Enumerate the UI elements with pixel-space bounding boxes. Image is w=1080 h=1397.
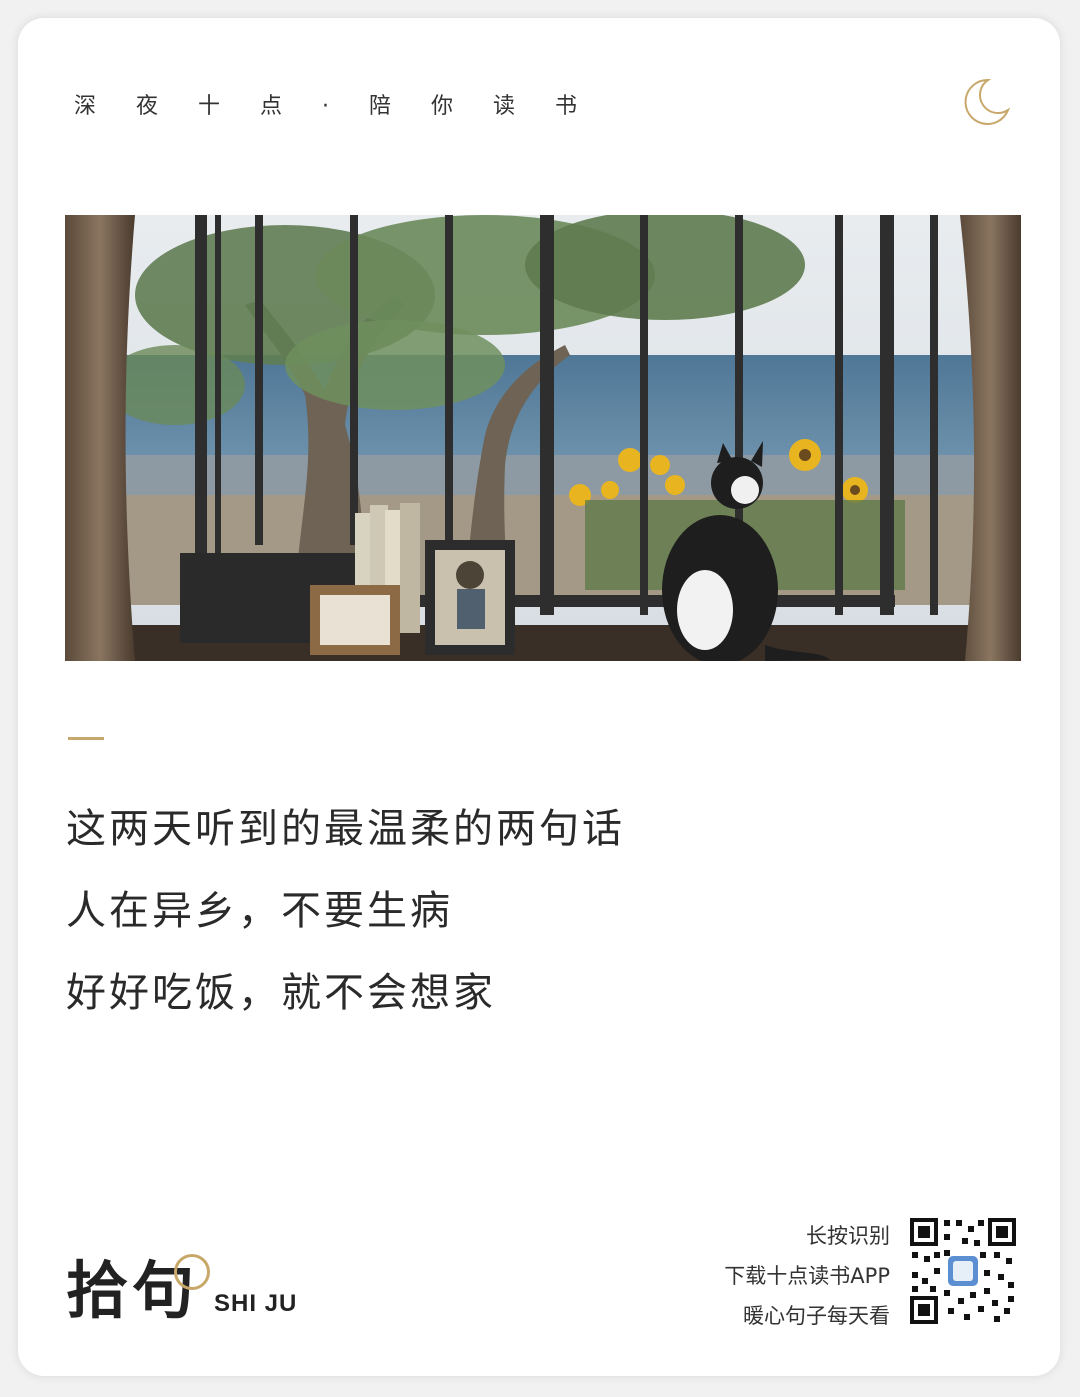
quote-line-2: 人在异乡，不要生病: [66, 888, 453, 934]
quote-card: 深夜十点·陪你读书 这两天听到的最温柔的两句话 人在异乡，不要生病 好好吃饭，就…: [18, 18, 1060, 1376]
download-promo: 长按识别 下载十点读书APP 暖心句子每天看: [724, 1216, 890, 1336]
logo-chinese: 拾句: [66, 1254, 199, 1327]
window-cat-photo: [65, 215, 1021, 661]
accent-line: [68, 737, 104, 740]
promo-line-1: 长按识别: [806, 1224, 890, 1248]
promo-line-3: 暖心句子每天看: [743, 1304, 890, 1328]
quote-text: 这两天听到的最温柔的两句话 人在异乡，不要生病 好好吃饭，就不会想家: [66, 788, 625, 1034]
logo-english: SHI JU: [214, 1290, 298, 1317]
moon-icon: [964, 78, 1011, 125]
promo-line-2: 下载十点读书APP: [724, 1264, 890, 1288]
logo-ring-icon: [174, 1254, 210, 1290]
quote-line-1: 这两天听到的最温柔的两句话: [66, 806, 625, 852]
quote-line-3: 好好吃饭，就不会想家: [66, 970, 496, 1016]
qr-code-icon[interactable]: [908, 1216, 1018, 1326]
header-tagline: 深夜十点·陪你读书: [74, 94, 617, 119]
